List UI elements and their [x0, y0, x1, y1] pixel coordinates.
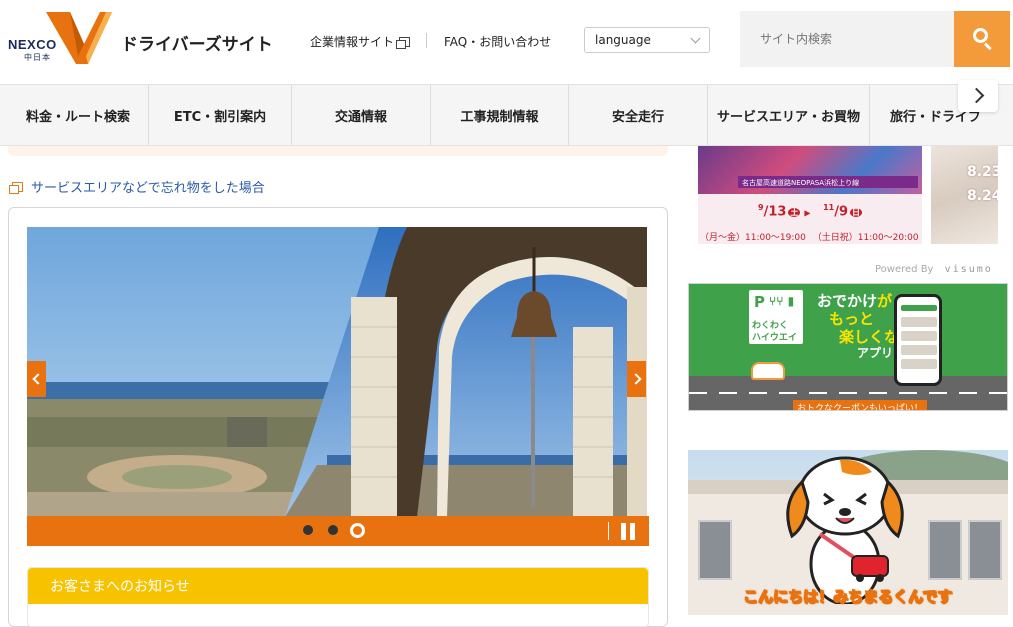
site-header: NEXCO 中日本 ドライバーズサイト 企業情報サイト FAQ・お問い合わせ l… — [0, 0, 1013, 84]
event-end-month: 11 — [823, 203, 835, 212]
customer-notice-title: お客さまへのお知らせ — [28, 568, 648, 604]
nav-item-safe-driving[interactable]: 安全走行 — [569, 85, 708, 145]
slider-control-bar — [27, 516, 649, 546]
app-logo-line-2: ハイウエイ — [752, 333, 797, 343]
event-end-dow: 日 — [850, 208, 863, 218]
event-banner-dates: 9/13 土 ▶ 11/9 日 — [758, 203, 863, 220]
mascot-banner-caption: こんにちは！みちまるくんです — [743, 588, 953, 607]
lost-item-link-label: サービスエリアなどで忘れ物をした場合 — [31, 181, 265, 196]
search-button[interactable] — [954, 11, 1010, 67]
slider-prev-button[interactable] — [27, 361, 46, 397]
external-link-icon — [396, 36, 411, 49]
event-start-month: 9 — [758, 203, 764, 212]
nav-scroll-next-button[interactable] — [958, 80, 998, 112]
external-link-icon — [9, 181, 23, 194]
store-door — [968, 520, 1002, 580]
event-start-day: 13 — [768, 204, 787, 220]
chevron-down-icon — [690, 33, 701, 44]
pause-icon[interactable] — [620, 523, 636, 540]
event-hours-weekday: （月〜金）11:00〜19:00 — [700, 233, 806, 243]
store-door — [928, 520, 962, 580]
search-icon — [973, 28, 988, 43]
nav-item-fare-route[interactable]: 料金・ルート検索 — [8, 85, 149, 145]
phone-row — [901, 345, 937, 355]
nav-item-etc-discount[interactable]: ETC・割引案内 — [149, 85, 292, 145]
nav-item-label: 安全走行 — [611, 109, 664, 125]
app-logo-p: P — [754, 293, 765, 311]
logo-text: NEXCO — [8, 37, 57, 52]
site-title[interactable]: ドライバーズサイト — [121, 30, 273, 55]
parking-fork-icon: ⑂⑂ ▮ — [769, 294, 795, 308]
event-banner[interactable]: 名古屋高速道路NEOPASA浜松上り線 9/13 土 ▶ 11/9 日 （月〜金）11… — [698, 146, 922, 244]
app-headline-1b: が — [877, 292, 893, 310]
language-select[interactable]: language — [584, 27, 710, 53]
hero-slider-image[interactable] — [27, 227, 647, 517]
nav-item-construction[interactable]: 工事規制情報 — [431, 85, 569, 145]
crystal-event-banner[interactable]: 8.23 8.24 — [931, 146, 998, 244]
nav-item-service-area[interactable]: サービスエリア・お買物 — [708, 85, 870, 145]
event-hours-weekend: （土日祝）11:00〜20:00 — [812, 233, 919, 243]
event-start-dow: 土 — [788, 208, 801, 218]
wakuwaku-highway-app-banner[interactable]: P ⑂⑂ ▮ わくわく ハイウエイ おでかけが もっと 楽しくなる アプリ おト… — [688, 283, 1008, 411]
event-banner-venue: 名古屋高速道路NEOPASA浜松上り線 — [742, 179, 860, 187]
nexco-logo[interactable]: NEXCO 中日本 — [8, 10, 112, 68]
customer-notice-box: お客さまへのお知らせ — [27, 567, 649, 627]
slider-dot-1[interactable] — [303, 525, 313, 535]
app-banner-headline-4: アプリ — [857, 346, 894, 360]
logo-subtext: 中日本 — [24, 53, 51, 62]
global-nav: 料金・ルート検索 ETC・割引案内 交通情報 工事規制情報 安全走行 サービスエ… — [0, 84, 1013, 146]
corporate-site-link-label: 企業情報サイト — [310, 35, 395, 49]
notice-strip — [8, 146, 668, 156]
car-icon — [751, 362, 785, 380]
nav-item-label: 工事規制情報 — [460, 109, 539, 125]
search-icon-handle — [983, 42, 992, 51]
crystal-banner-date-2: 8.24 — [967, 188, 998, 204]
powered-by-visumo: Powered By visumo — [875, 264, 993, 275]
site-search-input[interactable] — [740, 11, 956, 67]
visumo-brand: visumo — [944, 264, 993, 275]
nav-item-label: 料金・ルート検索 — [25, 109, 130, 125]
slider-bar-divider — [608, 522, 609, 540]
slider-next-button[interactable] — [627, 361, 646, 397]
nav-item-label: 交通情報 — [334, 109, 387, 125]
nav-item-traffic-info[interactable]: 交通情報 — [292, 85, 431, 145]
michimaru-kun-mascot-icon — [786, 456, 904, 604]
event-banner-hours: （月〜金）11:00〜19:00 （土日祝）11:00〜20:00 — [700, 230, 919, 243]
nav-item-label: ETC・割引案内 — [173, 109, 267, 125]
powered-by-label: Powered By — [875, 264, 934, 275]
faq-contact-link-label: FAQ・お問い合わせ — [444, 35, 552, 49]
wakuwaku-highway-logo: P ⑂⑂ ▮ わくわく ハイウエイ — [747, 288, 805, 346]
smartphone-icon — [894, 294, 942, 386]
michimaru-kun-banner[interactable]: こんにちは！みちまるくんです — [688, 450, 1008, 615]
language-select-label: language — [595, 33, 651, 47]
event-end-day: 9 — [839, 204, 849, 220]
belltower-sea-photo — [27, 227, 647, 517]
header-divider — [426, 33, 427, 48]
app-banner-coupon-note: おトクなクーポンもいっぱい！ — [793, 400, 927, 410]
slider-dot-3-active[interactable] — [350, 523, 365, 538]
phone-row — [901, 331, 937, 341]
phone-row — [901, 359, 937, 369]
phone-header-row — [901, 305, 937, 311]
phone-row — [901, 317, 937, 327]
nav-item-label: サービスエリア・お買物 — [716, 109, 860, 125]
faq-contact-link[interactable]: FAQ・お問い合わせ — [444, 33, 551, 50]
store-door — [698, 520, 732, 580]
lost-item-link[interactable]: サービスエリアなどで忘れ物をした場合 — [9, 177, 265, 196]
slider-dot-2[interactable] — [328, 525, 338, 535]
crystal-banner-date-1: 8.23 — [967, 164, 998, 180]
play-triangle-icon: ▶ — [804, 208, 811, 218]
corporate-site-link[interactable]: 企業情報サイト — [310, 33, 411, 50]
